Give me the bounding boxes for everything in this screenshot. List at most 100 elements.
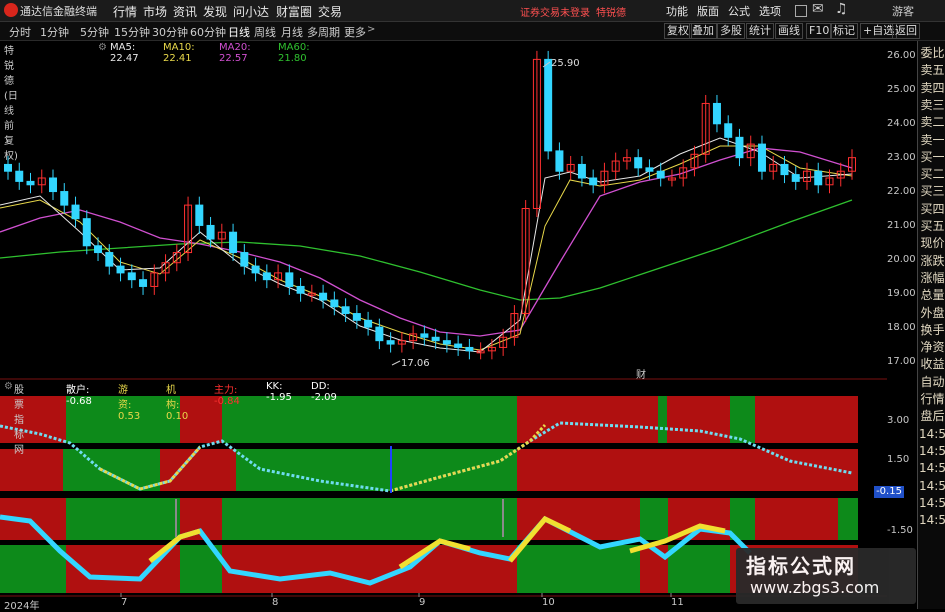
back-button[interactable]: 返回 [892, 23, 920, 39]
side-panel-item[interactable]: 收益 [919, 356, 945, 372]
menu-function[interactable]: 功能 [666, 3, 688, 19]
side-panel-item[interactable]: 委比 [919, 45, 945, 61]
overlay-button[interactable]: 叠加 [689, 23, 717, 39]
menu-formula[interactable]: 公式 [728, 3, 750, 19]
side-panel-item[interactable]: 现价 [919, 235, 945, 251]
side-panel-item[interactable]: 买三 [919, 183, 945, 199]
menu-news[interactable]: 资讯 [173, 3, 197, 20]
side-panel-item[interactable]: 总量 [919, 287, 945, 303]
side-panel-item[interactable]: 盘后 [919, 408, 945, 424]
side-panel-item[interactable]: 卖五 [919, 62, 945, 78]
menu-discover[interactable]: 发现 [203, 3, 227, 20]
indicator-settings-icon[interactable]: ⚙ [4, 381, 13, 392]
ind-axis-neg150: -1.50 [887, 525, 913, 536]
side-panel-item[interactable]: 外盘 [919, 305, 945, 321]
menu-ask[interactable]: 问小达 [233, 3, 269, 20]
stats-button[interactable]: 统计 [746, 23, 774, 39]
price-axis-label: 23.00 [887, 152, 916, 163]
kline-chart[interactable] [0, 41, 887, 597]
candle-body [634, 157, 643, 169]
mark-button[interactable]: 标记 [830, 23, 858, 39]
period-weekly[interactable]: 周线 [254, 24, 276, 40]
candle-body [814, 170, 823, 186]
side-panel-item[interactable]: 卖一 [919, 132, 945, 148]
signal-band [838, 498, 858, 540]
event-marker[interactable]: 财 [636, 366, 646, 381]
candle-body [656, 170, 665, 179]
candle-body [49, 177, 58, 193]
side-panel-item[interactable]: 买五 [919, 218, 945, 234]
menu-wealth[interactable]: 财富圈 [276, 3, 312, 20]
candle-body [139, 279, 148, 287]
mail-icon[interactable]: ✉ [812, 1, 824, 17]
f10-button[interactable]: F10 [806, 23, 833, 39]
side-panel-item[interactable]: 涨跌 [919, 253, 945, 269]
window-icon[interactable] [795, 5, 807, 17]
side-panel-item[interactable]: 14:5 [919, 512, 945, 528]
guest-label[interactable]: 游客 [892, 3, 914, 19]
x-axis-oct: 10 [542, 597, 555, 608]
draw-line-button[interactable]: 画线 [775, 23, 803, 39]
ind-axis-300: 3.00 [887, 415, 910, 426]
side-panel-item[interactable]: 14:5 [919, 495, 945, 511]
menu-market[interactable]: 市场 [143, 3, 167, 20]
adjust-button[interactable]: 复权 [664, 23, 692, 39]
side-panel-item[interactable]: 涨幅 [919, 270, 945, 286]
candle-body [420, 333, 429, 338]
bell-icon[interactable]: ♫ [835, 1, 848, 17]
period-30min[interactable]: 30分钟 [152, 24, 188, 40]
period-multi[interactable]: 多周期 [307, 24, 340, 40]
side-panel-item[interactable]: 14:5 [919, 426, 945, 442]
side-panel-item[interactable]: 14:5 [919, 443, 945, 459]
period-daily[interactable]: 日线 [228, 24, 250, 40]
candle-body [240, 252, 249, 267]
institution-value: 机构: 0.10 [166, 385, 189, 422]
chevron-right-icon[interactable]: > [367, 24, 375, 35]
signal-band [640, 545, 668, 593]
watermark: 指标公式网 www.zbgs3.com [736, 548, 916, 604]
menu-options[interactable]: 选项 [759, 3, 781, 19]
period-monthly[interactable]: 月线 [281, 24, 303, 40]
period-5min[interactable]: 5分钟 [80, 24, 109, 40]
side-panel-item[interactable]: 换手 [919, 322, 945, 338]
title-bar: 通达信金融终端 行情 市场 资讯 发现 问小达 财富圈 交易 证券交易未登录 特… [0, 0, 945, 22]
side-panel-item[interactable]: 买二 [919, 166, 945, 182]
side-panel-item[interactable]: 卖二 [919, 114, 945, 130]
menu-market-quote[interactable]: 行情 [113, 3, 137, 20]
x-axis-year: 2024年 [4, 601, 40, 612]
side-panel-item[interactable]: 行情 [919, 391, 945, 407]
x-axis-nov: 11 [671, 597, 684, 608]
side-panel-item[interactable]: 自动 [919, 374, 945, 390]
watermark-title: 指标公式网 [746, 554, 856, 578]
candle-body [791, 174, 800, 182]
candle-body [645, 167, 654, 172]
low-label: 17.06 [401, 358, 430, 369]
candle-body [352, 313, 361, 321]
candle-body [319, 292, 328, 301]
period-15min[interactable]: 15分钟 [114, 24, 150, 40]
candle-body [94, 245, 103, 254]
candle-body [375, 326, 384, 342]
side-panel-item[interactable]: 卖四 [919, 80, 945, 96]
period-1min[interactable]: 1分钟 [40, 24, 69, 40]
period-more[interactable]: 更多 [344, 24, 366, 40]
candle-body [555, 150, 564, 172]
period-intraday[interactable]: 分时 [9, 24, 31, 40]
signal-band [517, 449, 858, 491]
signal-band [63, 449, 160, 491]
side-panel-item[interactable]: 14:5 [919, 460, 945, 476]
period-60min[interactable]: 60分钟 [190, 24, 226, 40]
side-panel-item[interactable]: 净资 [919, 339, 945, 355]
side-panel-item[interactable]: 卖三 [919, 97, 945, 113]
side-panel-item[interactable]: 14:5 [919, 478, 945, 494]
signal-band [730, 396, 755, 443]
signal-band [755, 498, 838, 540]
signal-band [66, 498, 180, 540]
multi-stock-button[interactable]: 多股 [717, 23, 745, 39]
side-panel-item[interactable]: 买四 [919, 201, 945, 217]
menu-trade[interactable]: 交易 [318, 3, 342, 20]
ma5-line [0, 137, 853, 353]
menu-layout[interactable]: 版面 [697, 3, 719, 19]
indicator-title: 股票指标网 [14, 385, 24, 456]
side-panel-item[interactable]: 买一 [919, 149, 945, 165]
